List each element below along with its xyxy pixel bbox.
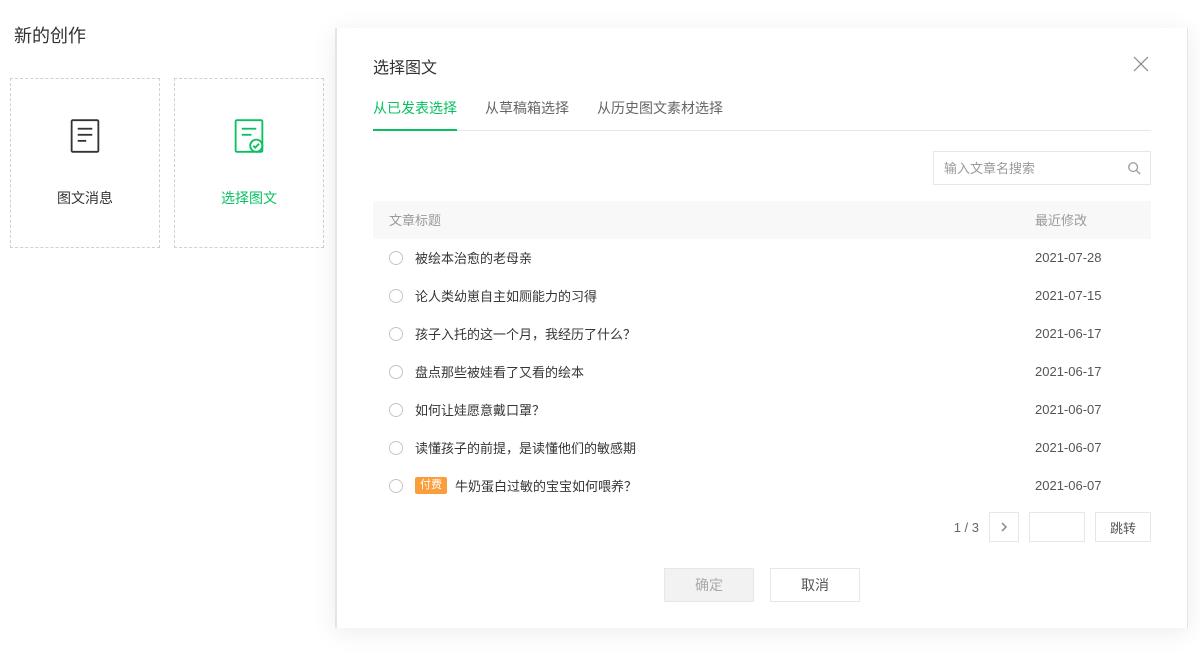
jump-button[interactable]: 跳转	[1095, 512, 1151, 542]
search-icon[interactable]	[1127, 161, 1141, 175]
row-date: 2021-06-07	[1035, 440, 1135, 455]
confirm-button[interactable]: 确定	[664, 568, 754, 602]
chevron-right-icon	[999, 520, 1009, 535]
table-row[interactable]: 孩子入托的这一个月，我经历了什么？ 2021-06-17	[373, 315, 1151, 353]
modal-overlay: 选择图文 从已发表选择 从草稿箱选择 从历史图文素材选择 文	[0, 0, 1200, 656]
row-title: 付费牛奶蛋白过敏的宝宝如何喂养？	[415, 476, 1035, 495]
table-header: 文章标题 最近修改	[373, 201, 1151, 239]
radio-select[interactable]	[389, 479, 403, 493]
cancel-button[interactable]: 取消	[770, 568, 860, 602]
close-icon	[1131, 61, 1151, 78]
row-date: 2021-07-15	[1035, 288, 1135, 303]
row-date: 2021-07-28	[1035, 250, 1135, 265]
table-row[interactable]: 读懂孩子的前提，是读懂他们的敏感期 2021-06-07	[373, 429, 1151, 467]
article-title-text: 论人类幼崽自主如厕能力的习得	[415, 286, 597, 305]
row-title: 如何让娃愿意戴口罩？	[415, 400, 1035, 419]
radio-select[interactable]	[389, 441, 403, 455]
row-title: 孩子入托的这一个月，我经历了什么？	[415, 324, 1035, 343]
table-row[interactable]: 如何让娃愿意戴口罩？ 2021-06-07	[373, 391, 1151, 429]
table-row[interactable]: 论人类幼崽自主如厕能力的习得 2021-07-15	[373, 277, 1151, 315]
column-title: 文章标题	[389, 210, 1035, 229]
select-article-modal: 选择图文 从已发表选择 从草稿箱选择 从历史图文素材选择 文	[335, 28, 1188, 628]
close-button[interactable]	[1131, 54, 1151, 79]
table-row[interactable]: 被绘本治愈的老母亲 2021-07-28	[373, 239, 1151, 277]
radio-select[interactable]	[389, 403, 403, 417]
row-date: 2021-06-07	[1035, 478, 1135, 493]
radio-select[interactable]	[389, 251, 403, 265]
tab-drafts[interactable]: 从草稿箱选择	[485, 98, 569, 130]
article-title-text: 牛奶蛋白过敏的宝宝如何喂养？	[455, 476, 637, 495]
row-date: 2021-06-17	[1035, 364, 1135, 379]
table-row[interactable]: 盘点那些被娃看了又看的绘本 2021-06-17	[373, 353, 1151, 391]
row-title: 被绘本治愈的老母亲	[415, 248, 1035, 267]
radio-select[interactable]	[389, 327, 403, 341]
tab-history[interactable]: 从历史图文素材选择	[597, 98, 723, 130]
pager-next-button[interactable]	[989, 512, 1019, 542]
paid-badge: 付费	[415, 477, 447, 494]
row-date: 2021-06-07	[1035, 402, 1135, 417]
radio-select[interactable]	[389, 365, 403, 379]
article-title-text: 被绘本治愈的老母亲	[415, 248, 532, 267]
table-body: 被绘本治愈的老母亲 2021-07-28 论人类幼崽自主如厕能力的习得 2021-07…	[373, 239, 1151, 496]
search-box	[933, 151, 1151, 185]
page-input[interactable]	[1029, 512, 1085, 542]
radio-select[interactable]	[389, 289, 403, 303]
column-date: 最近修改	[1035, 210, 1135, 229]
tab-published[interactable]: 从已发表选择	[373, 98, 457, 130]
row-title: 盘点那些被娃看了又看的绘本	[415, 362, 1035, 381]
source-tabs: 从已发表选择 从草稿箱选择 从历史图文素材选择	[373, 98, 1151, 131]
table-row[interactable]: 付费牛奶蛋白过敏的宝宝如何喂养？2021-06-07	[373, 467, 1151, 496]
row-date: 2021-06-17	[1035, 326, 1135, 341]
article-title-text: 读懂孩子的前提，是读懂他们的敏感期	[415, 438, 636, 457]
page-indicator: 1 / 3	[954, 520, 979, 535]
row-title: 读懂孩子的前提，是读懂他们的敏感期	[415, 438, 1035, 457]
pagination: 1 / 3 跳转	[337, 496, 1187, 542]
search-input[interactable]	[933, 151, 1151, 185]
article-title-text: 如何让娃愿意戴口罩？	[415, 400, 545, 419]
modal-footer: 确定 取消	[337, 542, 1187, 628]
modal-title: 选择图文	[373, 54, 1151, 78]
article-title-text: 盘点那些被娃看了又看的绘本	[415, 362, 584, 381]
article-title-text: 孩子入托的这一个月，我经历了什么？	[415, 324, 636, 343]
row-title: 论人类幼崽自主如厕能力的习得	[415, 286, 1035, 305]
